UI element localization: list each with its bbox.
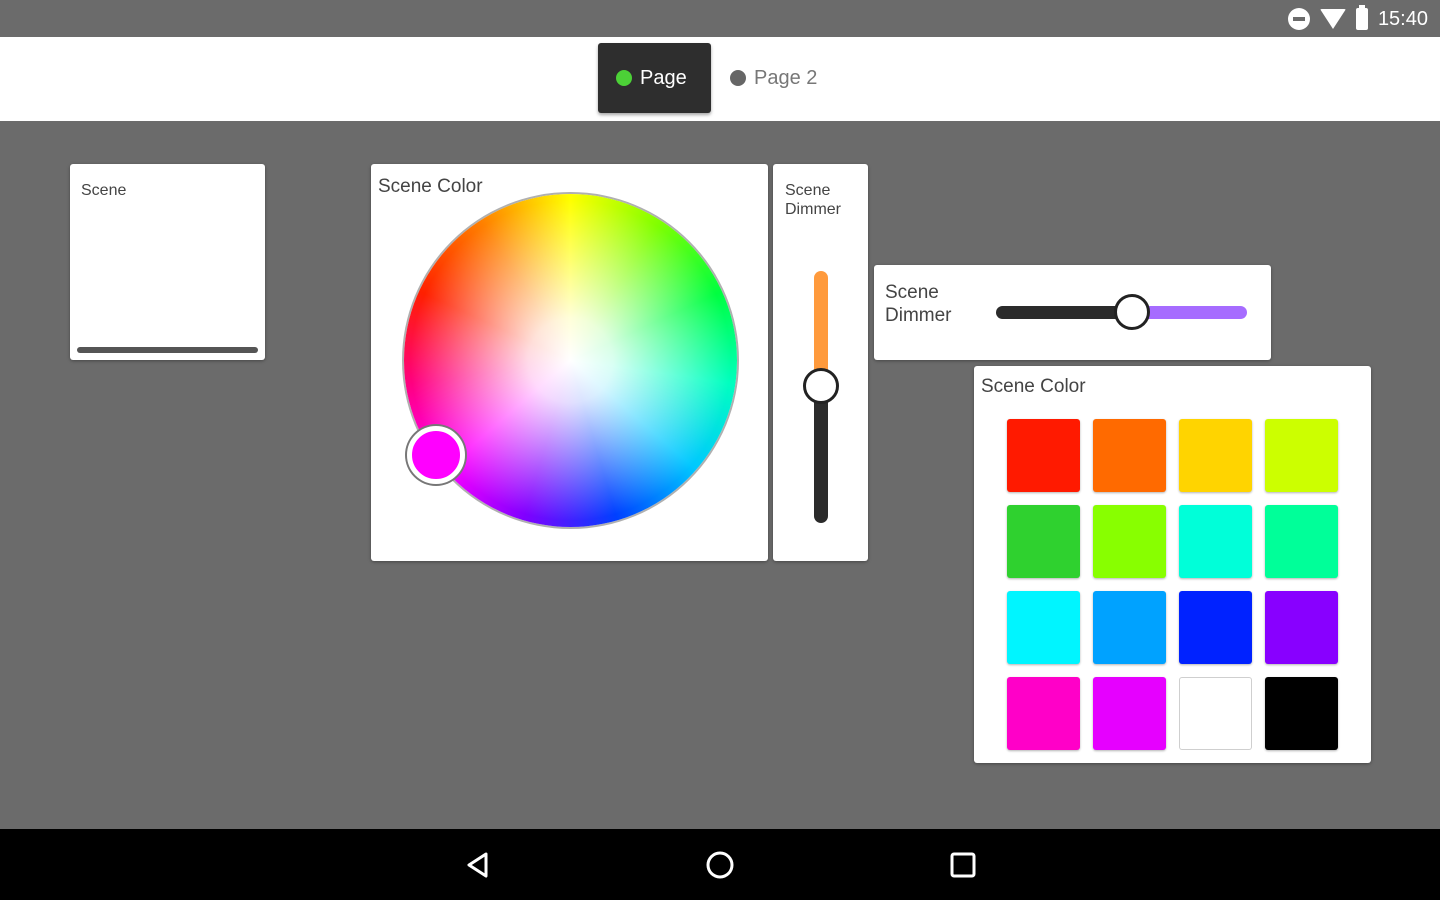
color-wheel-title: Scene Color (378, 176, 483, 197)
battery-icon (1355, 5, 1368, 30)
tab-page[interactable]: Page (598, 43, 711, 113)
tab-page-2[interactable]: Page 2 (712, 43, 835, 113)
vertical-dimmer-title: Scene Dimmer (785, 182, 841, 219)
color-swatch[interactable] (1093, 505, 1166, 578)
color-swatch[interactable] (1179, 419, 1252, 492)
vertical-dimmer-thumb[interactable] (803, 368, 839, 404)
tab-label: Page (640, 66, 687, 89)
color-swatch[interactable] (1179, 677, 1252, 750)
color-swatch[interactable] (1265, 419, 1338, 492)
scene-dimmer-horizontal-widget: Scene Dimmer (874, 265, 1271, 360)
status-time: 15:40 (1377, 7, 1428, 30)
color-swatch[interactable] (1093, 677, 1166, 750)
scene-widget-title: Scene (81, 182, 127, 199)
home-icon[interactable] (704, 849, 736, 881)
do-not-disturb-icon (1287, 8, 1310, 30)
scene-activate-bar[interactable] (77, 347, 258, 353)
color-wheel-handle[interactable] (407, 426, 465, 484)
color-swatch[interactable] (1007, 591, 1080, 664)
color-swatch-grid (1007, 419, 1338, 750)
scene-dimmer-vertical-widget: Scene Dimmer (773, 164, 868, 561)
color-swatch[interactable] (1179, 505, 1252, 578)
color-swatch[interactable] (1093, 419, 1166, 492)
page-status-dot-icon (616, 70, 632, 86)
color-swatch[interactable] (1007, 505, 1080, 578)
page-tab-bar: Page Page 2 (0, 37, 1440, 121)
page-status-dot-icon (730, 70, 746, 86)
horizontal-dimmer-track-left[interactable] (996, 306, 1131, 319)
color-swatch[interactable] (1265, 677, 1338, 750)
scene-widget[interactable]: Scene (70, 164, 265, 360)
status-bar: 15:40 (0, 0, 1440, 37)
scene-color-swatch-widget: Scene Color (974, 366, 1371, 763)
system-nav-bar (0, 829, 1440, 900)
scene-color-wheel-widget: Scene Color (371, 164, 768, 561)
horizontal-dimmer-thumb[interactable] (1114, 294, 1150, 330)
swatch-widget-title: Scene Color (981, 376, 1086, 397)
color-swatch[interactable] (1265, 505, 1338, 578)
color-swatch[interactable] (1007, 677, 1080, 750)
color-swatch[interactable] (1179, 591, 1252, 664)
color-swatch[interactable] (1093, 591, 1166, 664)
tab-label: Page 2 (754, 66, 818, 89)
wifi-icon (1319, 9, 1346, 29)
horizontal-dimmer-title: Scene Dimmer (885, 282, 952, 326)
status-icons: 15:40 (1287, 5, 1428, 32)
back-icon[interactable] (462, 849, 494, 881)
vertical-dimmer-track-lower[interactable] (814, 386, 828, 523)
recent-apps-icon[interactable] (947, 849, 979, 881)
color-swatch[interactable] (1007, 419, 1080, 492)
color-swatch[interactable] (1265, 591, 1338, 664)
